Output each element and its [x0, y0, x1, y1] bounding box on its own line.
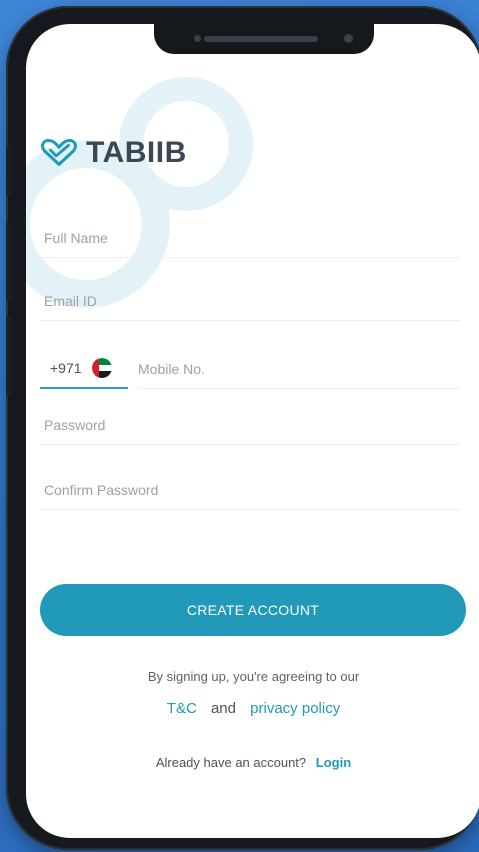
phone-frame: TABIIB Full Name Email ID +971 Mobile No…	[6, 6, 479, 850]
password-field[interactable]: Password	[40, 406, 460, 445]
password-placeholder: Password	[44, 417, 106, 433]
have-account-text: Already have an account?	[155, 755, 307, 770]
front-camera	[344, 34, 353, 43]
brand-name: TABIIB	[86, 136, 187, 169]
terms-line: T&C and privacy policy	[26, 700, 479, 717]
country-code: +971	[50, 360, 82, 376]
full-name-field[interactable]: Full Name	[40, 219, 460, 258]
phone-notch	[154, 24, 374, 54]
country-code-selector[interactable]: +971	[40, 349, 128, 389]
tabiib-logo-icon	[41, 139, 77, 166]
confirm-password-placeholder: Confirm Password	[44, 482, 159, 498]
mobile-number-field[interactable]: Mobile No.	[138, 350, 460, 389]
and-text: and	[210, 700, 236, 717]
phone-side-button-upper	[6, 146, 12, 196]
phone-side-button-middle	[6, 221, 12, 301]
email-field[interactable]: Email ID	[40, 282, 460, 321]
login-prompt: Already have an account? Login	[26, 755, 479, 770]
email-placeholder: Email ID	[44, 293, 97, 309]
tc-link[interactable]: T&C	[167, 700, 197, 717]
create-account-button[interactable]: CREATE ACCOUNT	[40, 584, 466, 636]
login-link[interactable]: Login	[316, 755, 351, 770]
phone-side-button-lower	[6, 316, 12, 396]
phone-screen: TABIIB Full Name Email ID +971 Mobile No…	[26, 24, 479, 838]
full-name-placeholder: Full Name	[44, 230, 108, 246]
privacy-policy-link[interactable]: privacy policy	[250, 700, 340, 717]
sensor-dot	[194, 35, 201, 42]
confirm-password-field[interactable]: Confirm Password	[40, 471, 460, 510]
uae-flag-icon	[91, 358, 112, 378]
speaker-grille	[204, 36, 318, 42]
app-logo: TABIIB	[40, 136, 187, 170]
agreement-text: By signing up, you're agreeing to our	[147, 669, 360, 684]
mobile-placeholder: Mobile No.	[138, 360, 205, 377]
mobile-row: +971 Mobile No.	[40, 349, 460, 389]
